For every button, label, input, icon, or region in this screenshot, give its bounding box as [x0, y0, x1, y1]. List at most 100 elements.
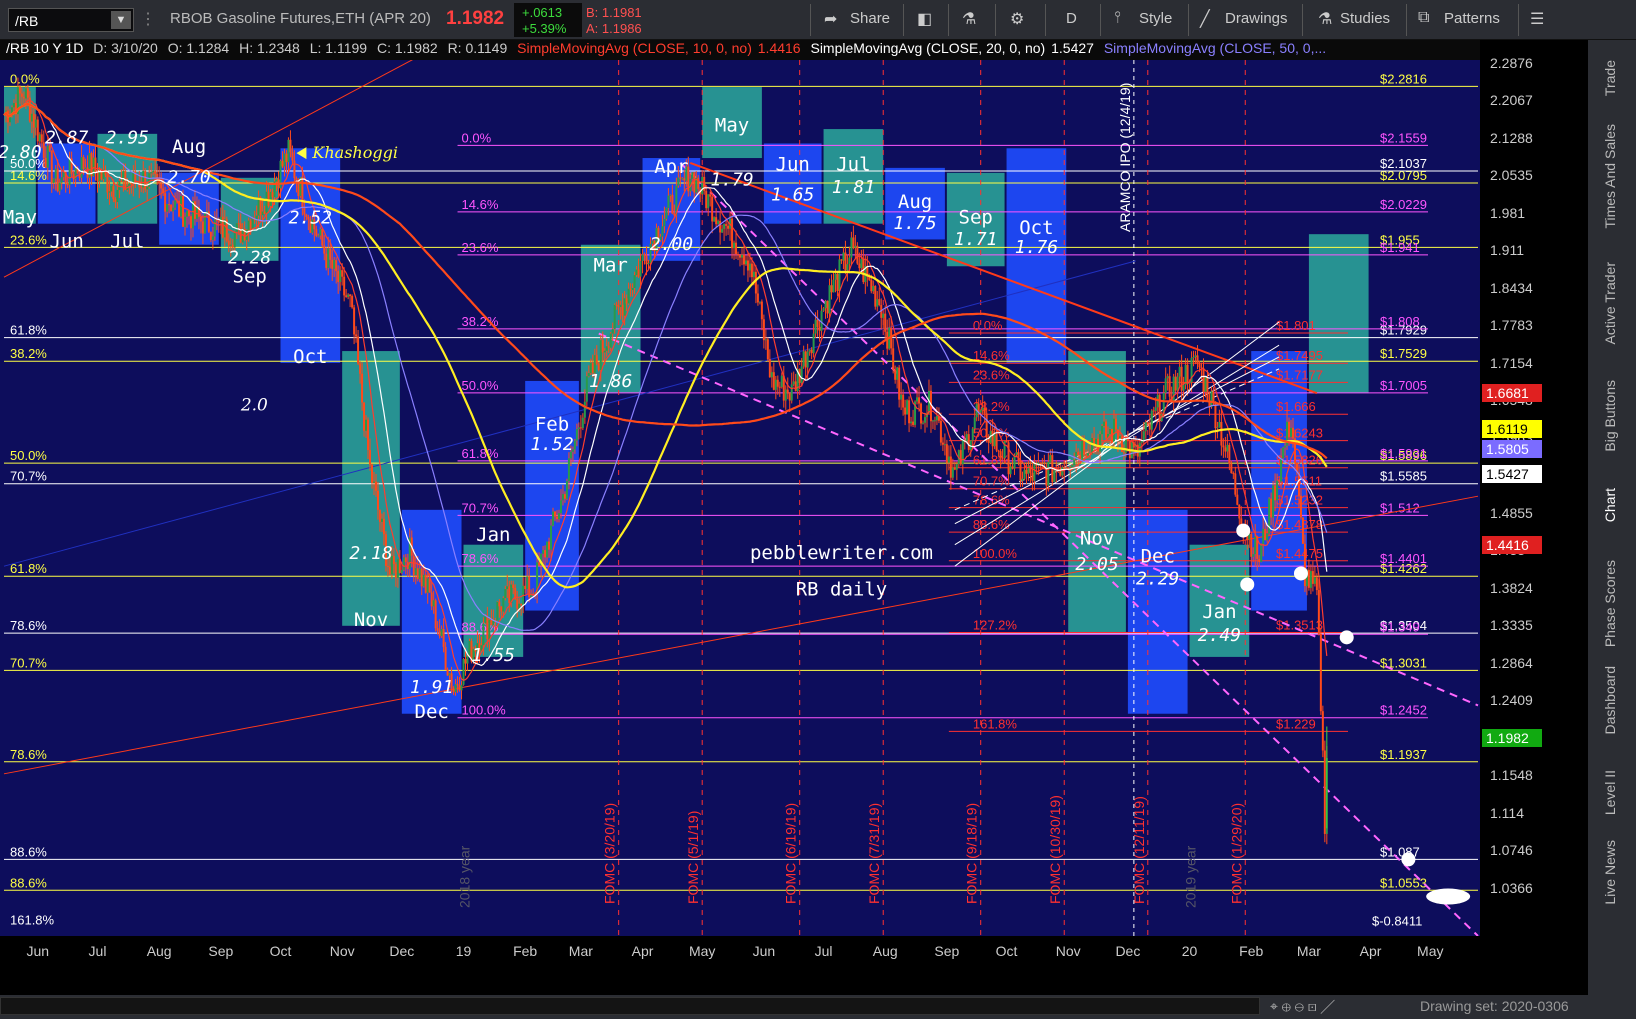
candle-body: [550, 525, 553, 550]
candle-body: [1272, 485, 1275, 518]
candle-body: [424, 574, 427, 593]
candle-body: [402, 557, 405, 570]
candle-body: [721, 228, 724, 233]
zoom-controls-icon[interactable]: ⌖ ⊕ ⊖ ⊡ ╱: [1270, 998, 1335, 1015]
camera-icon[interactable]: ◧: [917, 9, 932, 29]
candle-body: [1029, 465, 1032, 473]
candle-body: [337, 271, 340, 282]
menu-icon[interactable]: ☰: [1530, 9, 1544, 29]
bar-range: R: 0.1149: [447, 40, 508, 56]
candle-body: [150, 172, 153, 174]
studies-button[interactable]: Studies: [1340, 10, 1390, 27]
drawings-button[interactable]: Drawings: [1225, 10, 1288, 27]
candle-body: [727, 225, 730, 229]
candle-body: [227, 240, 230, 246]
fib-price-label: $1.666: [1276, 399, 1316, 414]
candle-body: [583, 401, 586, 418]
pencil-icon[interactable]: ╱: [1200, 9, 1210, 29]
candle-body: [34, 119, 37, 128]
candle-body: [605, 346, 608, 351]
candle-body: [830, 285, 833, 293]
fib-price-label: $-0.8411: [1372, 913, 1422, 928]
patterns-button[interactable]: Patterns: [1444, 10, 1500, 27]
fib-price-label: $1.4401: [1380, 551, 1427, 566]
gear-icon[interactable]: ⚙: [1010, 9, 1024, 29]
style-icon[interactable]: ⫯: [1114, 9, 1121, 27]
sma20-label[interactable]: SimpleMovingAvg (CLOSE, 20, 0, no): [810, 40, 1045, 56]
price-tick-label: 2.2067: [1490, 92, 1533, 109]
candle-body: [60, 177, 63, 183]
tab-times-and-sales[interactable]: Times And Sales: [1602, 124, 1622, 229]
candle-body: [645, 255, 648, 265]
candle-body: [617, 305, 620, 308]
candle-body: [333, 260, 336, 269]
tab-dashboard[interactable]: Dashboard: [1602, 666, 1622, 735]
sma10-label[interactable]: SimpleMovingAvg (CLOSE, 10, 0, no): [517, 40, 752, 56]
candle-body: [359, 363, 362, 374]
tab-level-ii[interactable]: Level II: [1602, 770, 1622, 815]
tab-big-buttons[interactable]: Big Buttons: [1602, 380, 1622, 452]
time-tick-label: Sep: [934, 943, 959, 959]
candle-body: [1282, 447, 1285, 459]
candle-body: [1180, 366, 1183, 391]
candle-body: [1258, 558, 1261, 562]
candle-body: [271, 191, 274, 198]
candle-body: [1228, 444, 1231, 464]
flask-icon[interactable]: ⚗: [962, 9, 976, 29]
candle-body: [677, 177, 680, 186]
tab-trade[interactable]: Trade: [1602, 60, 1622, 96]
percent-change: +5.39%: [522, 21, 567, 36]
marker-dot: [1339, 630, 1354, 645]
tab-active-trader[interactable]: Active Trader: [1602, 262, 1622, 344]
candle-body: [973, 417, 976, 429]
candle-body: [353, 307, 356, 335]
candle-body: [766, 339, 769, 360]
candle-body: [1019, 461, 1022, 481]
price-chart[interactable]: 0.0% $2.281614.6% $2.079550.0% $2.103723.6%…: [0, 60, 1588, 976]
share-button[interactable]: Share: [850, 10, 890, 27]
period-selector[interactable]: D: [1066, 10, 1077, 27]
candle-body: [780, 375, 783, 388]
month-label: Sep: [233, 266, 267, 288]
candle-body: [1152, 410, 1155, 412]
candle-body: [573, 440, 576, 450]
fib-level-label: 127.2%: [973, 617, 1018, 632]
annotation-text: 2.0: [240, 395, 268, 415]
candle-body: [991, 430, 994, 447]
time-tick-label: Nov: [1056, 943, 1081, 959]
drawing-set-label: Drawing set: 2020-0306: [1420, 998, 1569, 1014]
time-scrollbar[interactable]: [0, 997, 1260, 1015]
fib-price-label: $2.1037: [1380, 156, 1427, 171]
studies-icon[interactable]: ⚗: [1318, 9, 1332, 29]
share-icon[interactable]: ➦: [824, 9, 837, 29]
tab-live-news[interactable]: Live News: [1602, 840, 1622, 905]
style-button[interactable]: Style: [1139, 10, 1172, 27]
grip-icon[interactable]: ⋮: [140, 9, 156, 29]
fomc-label: FOMC (3/20/19): [602, 803, 618, 904]
fib-price-label: $1.941: [1380, 240, 1420, 255]
price-tick-label: 1.981: [1490, 204, 1526, 221]
month-label: May: [3, 207, 37, 229]
candle-body: [627, 288, 630, 304]
sma50-label[interactable]: SimpleMovingAvg (CLOSE, 50, 0,...: [1104, 40, 1326, 56]
symbol-input[interactable]: /RB ▼: [8, 8, 134, 32]
candle-body: [971, 428, 974, 441]
candle-body: [846, 264, 849, 271]
month-label: Jul: [836, 153, 870, 175]
tab-chart[interactable]: Chart: [1602, 488, 1622, 522]
candle-body: [363, 402, 366, 431]
tab-phase-scores[interactable]: Phase Scores: [1602, 560, 1622, 647]
candle-body: [852, 237, 855, 248]
candle-body: [283, 153, 286, 167]
candle-body: [1194, 355, 1197, 358]
fib-price-label: $1.801: [1276, 318, 1316, 333]
candle-body: [784, 389, 787, 401]
month-price-label: 2.70: [167, 167, 210, 188]
fib-level-label: 0.0%: [973, 318, 1003, 333]
patterns-icon[interactable]: ⧉: [1418, 9, 1429, 27]
chevron-down-icon[interactable]: ▼: [111, 11, 131, 29]
month-label: Nov: [1080, 528, 1114, 550]
price-axis[interactable]: 2.2876 2.2067 2.1288 2.0535 1.981 1.911 1.8434…: [1480, 40, 1588, 976]
candle-body: [52, 178, 55, 183]
candle-body: [774, 379, 777, 390]
